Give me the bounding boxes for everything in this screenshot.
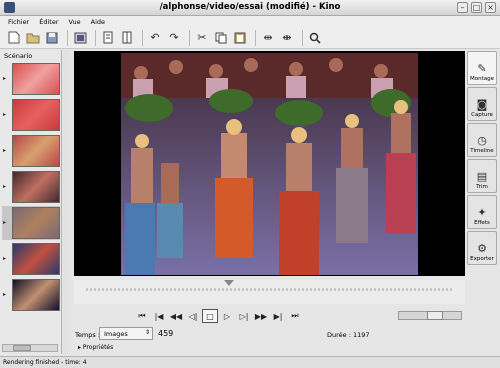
tab-montage[interactable]: ✎ Montage	[467, 51, 497, 85]
export-icon[interactable]	[72, 30, 88, 46]
cut-scene-icon[interactable]	[100, 30, 116, 46]
copy-icon[interactable]	[213, 30, 229, 46]
scene-thumbnail[interactable]	[12, 135, 60, 167]
menu-vue[interactable]: Vue	[69, 18, 81, 26]
minimize-button[interactable]: –	[457, 2, 468, 13]
scene-thumbnail[interactable]	[12, 171, 60, 203]
time-mode-value: Images	[104, 330, 128, 338]
tab-trim[interactable]: ▤ Trim	[467, 159, 497, 193]
window-title: /alphonse/video/essai (modifié) - Kino	[159, 2, 341, 12]
transport-controls: ⏮ |◀ ◀◀ ◁| □ ▷ ▷| ▶▶ ▶| ⏭	[134, 308, 344, 324]
scene-item[interactable]: ▸	[2, 134, 60, 168]
expander-arrow-icon[interactable]: ▸	[3, 111, 6, 118]
video-frame-image	[121, 53, 418, 275]
toolbar: ↶ ↷ ✂ ⇹ ⇼	[0, 27, 500, 49]
expander-arrow-icon[interactable]: ▸	[3, 219, 6, 226]
time-mode-select[interactable]: Images ⇕	[99, 327, 153, 340]
end-icon[interactable]: ⏭	[287, 309, 303, 323]
scene-thumbnail[interactable]	[12, 207, 60, 239]
close-button[interactable]: ×	[485, 2, 496, 13]
tab-timeline[interactable]: ◷ Timeline	[467, 123, 497, 157]
split-icon[interactable]: ⇹	[260, 30, 276, 46]
tab-effets-label: Effets	[474, 220, 490, 226]
zoom-icon[interactable]	[307, 30, 323, 46]
temps-label: Temps :	[75, 331, 100, 339]
storyboard-panel: Scénario ▸ ▸ ▸ ▸ ▸ ▸ ▸	[0, 50, 62, 354]
play-icon[interactable]: ▷	[219, 309, 235, 323]
clock-icon: ◷	[477, 134, 487, 147]
rewind-icon[interactable]: ◁|	[185, 309, 201, 323]
menu-aide[interactable]: Aide	[91, 18, 105, 26]
stop-icon[interactable]: □	[202, 309, 218, 323]
status-bar: Rendering finished - time: 4	[0, 356, 500, 368]
expander-arrow-icon[interactable]: ▸	[3, 147, 6, 154]
menu-editer[interactable]: Éditer	[39, 18, 58, 26]
tab-capture-label: Capture	[471, 112, 493, 118]
start-icon[interactable]: ⏮	[134, 309, 150, 323]
tab-montage-label: Montage	[470, 76, 494, 82]
forward-icon[interactable]: ▶▶	[253, 309, 269, 323]
camera-icon: ◙	[476, 98, 488, 111]
scene-thumbnail[interactable]	[12, 279, 60, 311]
properties-label: Propriétés	[82, 344, 114, 351]
storyboard-label: Scénario	[4, 52, 33, 60]
split-scene-icon[interactable]	[119, 30, 135, 46]
effects-icon: ✦	[477, 206, 487, 219]
cut-icon[interactable]: ✂	[194, 30, 210, 46]
next-scene-icon[interactable]: ▶|	[270, 309, 286, 323]
menu-bar: Fichier Éditer Vue Aide	[0, 16, 500, 27]
prev-scene-icon[interactable]: |◀	[151, 309, 167, 323]
paste-icon[interactable]	[232, 30, 248, 46]
mode-tabs: ✎ Montage ◙ Capture ◷ Timeline ▤ Trim ✦ Effet…	[467, 51, 497, 307]
trim-icon: ▤	[476, 170, 488, 183]
expander-arrow-icon[interactable]: ▸	[3, 183, 6, 190]
tab-trim-label: Trim	[476, 184, 488, 190]
expander-arrow-icon[interactable]: ▸	[3, 255, 6, 262]
open-folder-icon[interactable]	[25, 30, 41, 46]
duration-label: Durée : 1197	[327, 331, 370, 339]
scene-item[interactable]: ▸	[2, 98, 60, 132]
edit-icon: ✎	[477, 62, 487, 75]
redo-icon[interactable]: ↷	[166, 30, 182, 46]
scrubber-track[interactable]	[86, 288, 453, 291]
scene-thumbnail[interactable]	[12, 63, 60, 95]
scene-item[interactable]: ▸	[2, 62, 60, 96]
menu-fichier[interactable]: Fichier	[8, 18, 29, 26]
maximize-button[interactable]: □	[471, 2, 482, 13]
tab-timeline-label: Timeline	[470, 148, 494, 154]
title-bar: /alphonse/video/essai (modifié) - Kino –…	[0, 0, 500, 16]
join-icon[interactable]: ⇼	[279, 30, 295, 46]
next-frame-icon[interactable]: ▷|	[236, 309, 252, 323]
shuttle-slider[interactable]	[398, 311, 462, 320]
chevron-updown-icon: ⇕	[144, 329, 150, 336]
scrubber-marker[interactable]	[224, 280, 234, 286]
scene-item[interactable]: ▸	[2, 206, 60, 240]
scene-item[interactable]: ▸	[2, 242, 60, 276]
properties-expander[interactable]: ▸ Propriétés	[78, 344, 113, 351]
scene-item[interactable]: ▸	[2, 278, 60, 312]
undo-icon[interactable]: ↶	[147, 30, 163, 46]
tab-capture[interactable]: ◙ Capture	[467, 87, 497, 121]
storyboard-scrollbar[interactable]	[2, 344, 58, 352]
tab-exporter[interactable]: ⚙ Exporter	[467, 231, 497, 265]
frame-number[interactable]: 459	[158, 329, 173, 338]
scene-thumbnail[interactable]	[12, 99, 60, 131]
save-icon[interactable]	[44, 30, 60, 46]
scene-item[interactable]: ▸	[2, 170, 60, 204]
frame-scrubber[interactable]	[74, 280, 465, 304]
prev-frame-icon[interactable]: ◀◀	[168, 309, 184, 323]
status-text: Rendering finished - time: 4	[3, 359, 87, 366]
tab-effets[interactable]: ✦ Effets	[467, 195, 497, 229]
export-tab-icon: ⚙	[477, 242, 487, 255]
shuttle-knob[interactable]	[427, 311, 443, 320]
expander-arrow-icon[interactable]: ▸	[3, 75, 6, 82]
scene-thumbnail[interactable]	[12, 243, 60, 275]
new-file-icon[interactable]	[6, 30, 22, 46]
tab-exporter-label: Exporter	[470, 256, 494, 262]
expander-arrow-icon[interactable]: ▸	[3, 291, 6, 298]
panel-splitter[interactable]	[63, 50, 69, 354]
